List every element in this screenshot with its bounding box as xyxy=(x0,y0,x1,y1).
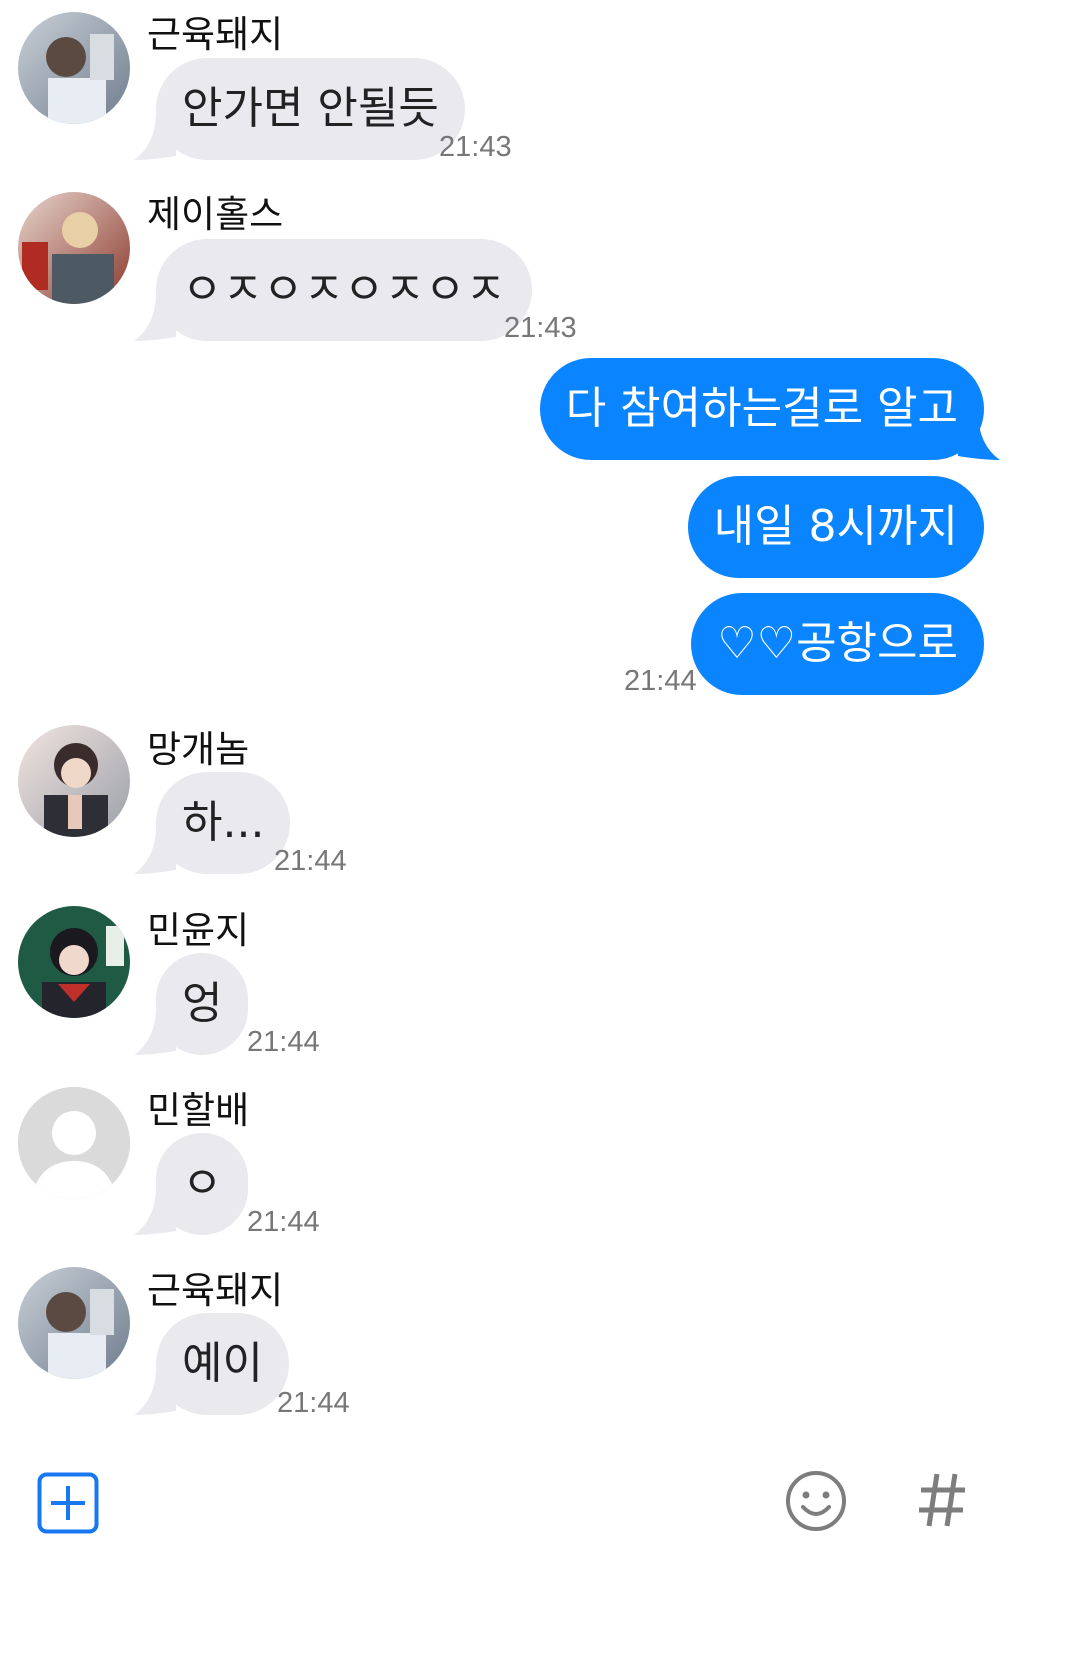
sender-name: 민할배 xyxy=(147,1089,250,1132)
sender-name: 제이홀스 xyxy=(147,193,284,236)
smiley-icon[interactable] xyxy=(784,1469,848,1537)
avatar[interactable] xyxy=(18,1087,130,1199)
message-time: 21:44 xyxy=(277,1387,350,1419)
hashtag-icon[interactable] xyxy=(917,1472,967,1532)
message-bubble[interactable]: 내일 8시까지 xyxy=(687,476,984,578)
avatar[interactable] xyxy=(18,12,130,124)
message-time: 21:43 xyxy=(504,312,577,344)
message-bubble[interactable]: 예이 xyxy=(156,1313,289,1415)
message-time: 21:44 xyxy=(247,1026,320,1058)
message-time: 21:44 xyxy=(274,845,347,877)
message-bubble[interactable]: 하... xyxy=(156,772,291,874)
message-bubble[interactable]: ♡♡공항으로 xyxy=(691,593,984,695)
message-bubble[interactable]: ㅇ xyxy=(156,1133,249,1235)
sender-name: 민윤지 xyxy=(147,909,250,952)
sender-name: 망개놈 xyxy=(147,728,250,771)
message-bubble[interactable]: 엉 xyxy=(156,953,249,1055)
sender-name: 근육돼지 xyxy=(147,1269,284,1312)
sender-name: 근육돼지 xyxy=(147,13,284,56)
avatar[interactable] xyxy=(18,1267,130,1379)
avatar[interactable] xyxy=(18,192,130,304)
avatar[interactable] xyxy=(18,725,130,837)
message-bubble[interactable]: 안가면 안될듯 xyxy=(156,58,465,160)
avatar[interactable] xyxy=(18,906,130,1018)
message-time: 21:44 xyxy=(247,1206,320,1238)
message-time: 21:43 xyxy=(439,131,512,163)
message-bubble[interactable]: 다 참여하는걸로 알고 xyxy=(539,358,984,460)
plus-square-icon[interactable] xyxy=(37,1472,99,1538)
message-time: 21:44 xyxy=(624,665,697,697)
message-bubble[interactable]: ㅇㅈㅇㅈㅇㅈㅇㅈ xyxy=(156,239,532,341)
